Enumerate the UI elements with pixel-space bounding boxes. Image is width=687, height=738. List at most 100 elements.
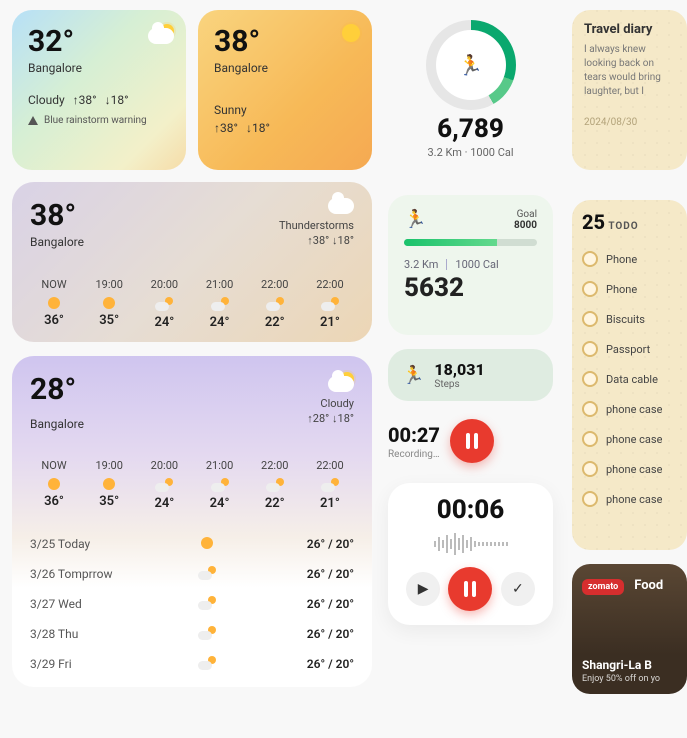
hour-label: 22:00: [251, 278, 299, 291]
checkbox-icon[interactable]: [582, 341, 598, 357]
weather-icon: [48, 297, 60, 309]
weather-icon: [155, 297, 173, 311]
hour-temp: 35°: [85, 494, 133, 509]
hour-column: 19:0035°: [85, 278, 133, 330]
hour-label: 22:00: [306, 278, 354, 291]
done-button[interactable]: ✓: [501, 572, 535, 606]
todo-item[interactable]: Data cable: [582, 364, 677, 394]
day-label: 3/25 Today: [30, 537, 140, 551]
daily-row: 3/25 Today 26° / 20°: [30, 529, 354, 559]
todo-item[interactable]: Biscuits: [582, 304, 677, 334]
weather-icon: [192, 626, 222, 643]
food-tag: Food: [634, 578, 663, 593]
hour-label: 19:00: [85, 278, 133, 291]
food-promo-card[interactable]: zomato Food Shangri-La B Enjoy 50% off o…: [572, 564, 687, 694]
brand-name: zomato: [588, 582, 618, 592]
weather-icon: [192, 566, 222, 583]
checkbox-icon[interactable]: [582, 491, 598, 507]
weather-card-small-1[interactable]: 32° Bangalore Cloudy ↑38° ↓18° Blue rain…: [12, 10, 186, 170]
timer-value: 00:06: [402, 495, 539, 525]
brand-badge: zomato: [582, 579, 624, 595]
todo-text: phone case: [606, 493, 662, 506]
todo-item[interactable]: Passport: [582, 334, 677, 364]
high-temp: ↑28°: [307, 412, 329, 425]
pause-button[interactable]: [450, 419, 494, 463]
hour-column: NOW36°: [30, 459, 78, 511]
todo-item[interactable]: Phone: [582, 274, 677, 304]
checkbox-icon[interactable]: [582, 311, 598, 327]
day-label: 3/27 Wed: [30, 597, 140, 611]
todo-item[interactable]: phone case: [582, 454, 677, 484]
todo-item[interactable]: phone case: [582, 424, 677, 454]
condition-label: Sunny: [214, 103, 247, 117]
hour-label: 22:00: [251, 459, 299, 472]
weather-icon: [211, 297, 229, 311]
todo-text: phone case: [606, 463, 662, 476]
steps-label: Steps: [434, 379, 484, 390]
hour-label: NOW: [30, 278, 78, 291]
hour-column: NOW36°: [30, 278, 78, 330]
todo-text: Biscuits: [606, 313, 645, 326]
hour-column: 20:0024°: [140, 459, 188, 511]
warning-icon: [28, 116, 38, 125]
recorder-card[interactable]: 00:06 ▶ ✓: [388, 483, 553, 625]
weather-icon: [321, 478, 339, 492]
day-range: 26° / 20°: [274, 657, 354, 671]
temperature: 38°: [214, 24, 356, 59]
weather-card-large[interactable]: 28° Bangalore Cloudy ↑28° ↓18° NOW36°19:…: [12, 356, 372, 687]
partly-cloudy-icon: [148, 24, 174, 44]
todo-item[interactable]: phone case: [582, 394, 677, 424]
city-label: Bangalore: [214, 61, 356, 75]
hour-column: 22:00 21°: [306, 278, 354, 330]
checkbox-icon[interactable]: [582, 461, 598, 477]
recorder-status: Recording…: [388, 449, 440, 460]
todo-text: phone case: [606, 403, 662, 416]
checkbox-icon[interactable]: [582, 371, 598, 387]
hour-label: 20:00: [140, 459, 188, 472]
weather-icon: [321, 297, 339, 311]
weather-icon: [103, 478, 115, 490]
hour-column: 21:0024°: [196, 278, 244, 330]
hour-temp: 21°: [306, 496, 354, 511]
fitness-goal-card[interactable]: 🏃 Goal 8000 3.2 Km 1000 Cal 5632: [388, 195, 553, 335]
low-temp: ↓18°: [105, 93, 129, 107]
play-icon: ▶: [418, 581, 429, 597]
promo-text: Enjoy 50% off on yo: [582, 674, 677, 684]
diary-card[interactable]: Travel diary I always knew looking back …: [572, 10, 687, 170]
weather-icon: [211, 478, 229, 492]
hour-label: 21:00: [196, 459, 244, 472]
steps-pill-card[interactable]: 🏃 18,031 Steps: [388, 349, 553, 401]
high-temp: ↑38°: [214, 121, 238, 135]
daily-row: 3/29 Fri26° / 20°: [30, 649, 354, 679]
todo-card[interactable]: 25 TODO PhonePhoneBiscuitsPassportData c…: [572, 200, 687, 550]
progress-bar: [404, 239, 537, 246]
pause-button[interactable]: [448, 567, 492, 611]
todo-text: Phone: [606, 283, 637, 296]
temperature: 28°: [30, 372, 84, 407]
weather-card-small-2[interactable]: 38° Bangalore Sunny ↑38° ↓18°: [198, 10, 372, 170]
steps-ring-card[interactable]: 🏃 6,789 3.2 Km · 1000 Cal: [388, 10, 553, 159]
checkbox-icon[interactable]: [582, 281, 598, 297]
daily-row: 3/27 Wed26° / 20°: [30, 589, 354, 619]
hour-temp: 21°: [306, 315, 354, 330]
todo-item[interactable]: Phone: [582, 244, 677, 274]
checkbox-icon[interactable]: [582, 431, 598, 447]
checkbox-icon[interactable]: [582, 401, 598, 417]
play-button[interactable]: ▶: [406, 572, 440, 606]
city-label: Bangalore: [30, 235, 84, 249]
hour-temp: 22°: [251, 496, 299, 511]
weather-card-medium[interactable]: 38° Bangalore Thunderstorms ↑38° ↓18° NO…: [12, 182, 372, 342]
day-range: 26° / 20°: [274, 537, 354, 551]
todo-text: Phone: [606, 253, 637, 266]
todo-item[interactable]: phone case: [582, 484, 677, 514]
checkbox-icon[interactable]: [582, 251, 598, 267]
condition-label: Cloudy: [28, 93, 65, 107]
daily-row: 3/28 Thu26° / 20°: [30, 619, 354, 649]
steps-count: 18,031: [434, 360, 484, 379]
weather-icon: [192, 537, 222, 552]
weather-icon: [192, 596, 222, 613]
weather-icon: [103, 297, 115, 309]
weather-icon: [155, 478, 173, 492]
condition-label: Thunderstorms: [279, 219, 354, 232]
day-label: 3/28 Thu: [30, 627, 140, 641]
